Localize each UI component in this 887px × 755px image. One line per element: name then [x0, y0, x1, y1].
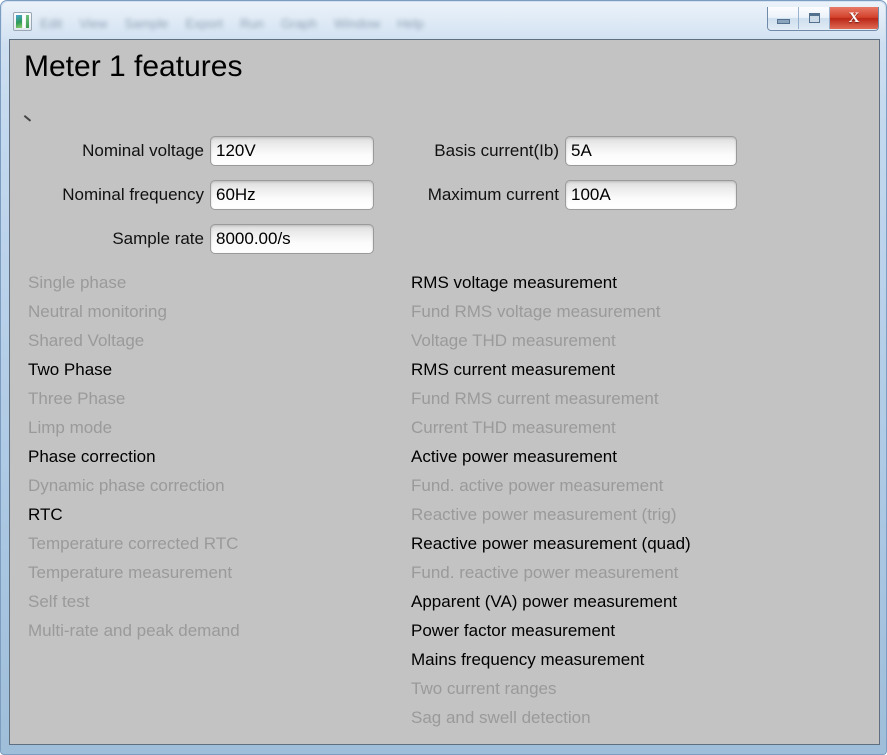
minimize-icon	[776, 18, 790, 24]
feature-item: RMS voltage measurement	[411, 273, 617, 292]
feature-item: Active power measurement	[411, 447, 617, 466]
field-maximum-current: Maximum current 100A	[390, 180, 737, 210]
menu-item-help[interactable]: Help	[397, 16, 424, 31]
field-label-sample-rate: Sample rate	[112, 229, 204, 248]
maximum-current-input[interactable]: 100A	[565, 180, 737, 210]
field-label-nominal-frequency: Nominal frequency	[62, 185, 204, 204]
feature-item: Apparent (VA) power measurement	[411, 592, 678, 611]
feature-item: Limp mode	[28, 418, 113, 437]
feature-item: Phase correction	[28, 447, 156, 466]
feature-item: Power factor measurement	[411, 621, 616, 640]
feature-item: RMS current measurement	[411, 360, 616, 379]
application-window-icon	[13, 12, 32, 31]
maximize-button[interactable]	[799, 7, 830, 29]
close-button[interactable]: X	[830, 7, 878, 29]
field-label-nominal-voltage: Nominal voltage	[82, 141, 204, 160]
title-bar[interactable]: Edit View Sample Export Run Graph Window Help X	[6, 5, 883, 38]
field-label-maximum-current: Maximum current	[427, 185, 559, 204]
field-label-basis-current: Basis current(Ib)	[434, 141, 559, 160]
feature-item: Shared Voltage	[28, 331, 145, 350]
maximize-icon	[808, 13, 820, 23]
feature-item: Neutral monitoring	[28, 302, 167, 321]
feature-item: Multi-rate and peak demand	[28, 621, 240, 640]
feature-item: Fund. active power measurement	[411, 476, 664, 495]
feature-item: Single phase	[28, 273, 127, 292]
feature-item: Dynamic phase correction	[28, 476, 225, 495]
minimize-button[interactable]	[768, 7, 799, 29]
text-caret-marker	[25, 115, 34, 124]
application-window: Edit View Sample Export Run Graph Window Help X…	[0, 0, 887, 755]
feature-item: Mains frequency measurement	[411, 650, 645, 669]
feature-item: Fund RMS current measurement	[411, 389, 659, 408]
field-nominal-frequency: Nominal frequency 60Hz	[18, 180, 374, 210]
feature-item: Three Phase	[28, 389, 126, 408]
menu-item-edit[interactable]: Edit	[40, 16, 62, 31]
feature-item: Reactive power measurement (trig)	[411, 505, 677, 524]
nominal-frequency-input[interactable]: 60Hz	[210, 180, 374, 210]
menu-item-run[interactable]: Run	[240, 16, 264, 31]
feature-item: Sag and swell detection	[411, 708, 591, 727]
close-icon: X	[848, 9, 860, 26]
client-area: Meter 1 features Nominal voltage 120V No…	[9, 39, 880, 745]
feature-item: Voltage THD measurement	[411, 331, 616, 350]
feature-item: Self test	[28, 592, 90, 611]
feature-item: Fund. reactive power measurement	[411, 563, 679, 582]
feature-list-right: RMS voltage measurement Fund RMS voltage …	[411, 268, 851, 732]
feature-item: Reactive power measurement (quad)	[411, 534, 691, 553]
feature-item: Temperature corrected RTC	[28, 534, 239, 553]
field-sample-rate: Sample rate 8000.00/s	[18, 224, 374, 254]
feature-item: Temperature measurement	[28, 563, 233, 582]
menu-item-view[interactable]: View	[79, 16, 107, 31]
feature-item: RTC	[28, 505, 63, 524]
basis-current-input[interactable]: 5A	[565, 136, 737, 166]
menu-item-window[interactable]: Window	[334, 16, 380, 31]
field-basis-current: Basis current(Ib) 5A	[390, 136, 737, 166]
feature-item: Two current ranges	[411, 679, 557, 698]
sample-rate-input[interactable]: 8000.00/s	[210, 224, 374, 254]
feature-list-left: Single phase Neutral monitoring Shared Vol…	[28, 268, 388, 645]
menu-item-export[interactable]: Export	[185, 16, 223, 31]
feature-item: Fund RMS voltage measurement	[411, 302, 661, 321]
nominal-voltage-input[interactable]: 120V	[210, 136, 374, 166]
menu-bar[interactable]: Edit View Sample Export Run Graph Window Help	[40, 14, 424, 32]
page-title: Meter 1 features	[24, 50, 243, 83]
feature-item: Two Phase	[28, 360, 113, 379]
feature-item: Current THD measurement	[411, 418, 616, 437]
window-controls[interactable]: X	[767, 7, 879, 31]
menu-item-sample[interactable]: Sample	[124, 16, 168, 31]
field-nominal-voltage: Nominal voltage 120V	[18, 136, 374, 166]
menu-item-graph[interactable]: Graph	[281, 16, 317, 31]
